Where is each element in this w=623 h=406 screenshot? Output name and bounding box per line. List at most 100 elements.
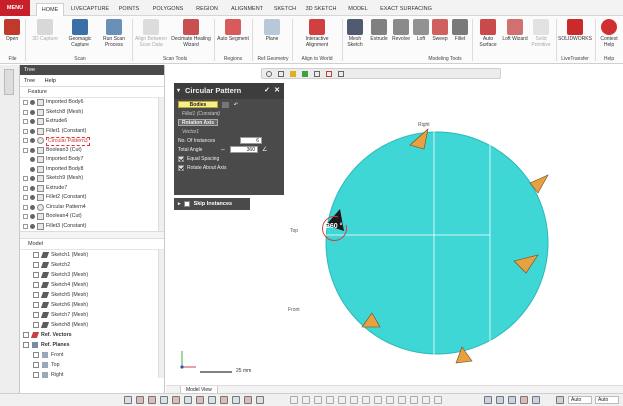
ref-vectors-group[interactable]: Ref. Vectors xyxy=(20,330,164,340)
model-item[interactable]: Sketch3 (Mesh) xyxy=(20,270,164,280)
model-item[interactable]: Sketch7 (Mesh) xyxy=(20,310,164,320)
fillet-button[interactable]: Fillet xyxy=(450,18,470,54)
tab-sketch[interactable]: SKETCH xyxy=(270,3,300,16)
loft-wizard-button[interactable]: Loft Wizard xyxy=(502,18,528,54)
decimate-healing-wizard-button[interactable]: Decimate Healing Wizard xyxy=(170,18,212,54)
ref-planes-group[interactable]: Ref. Planes xyxy=(20,340,164,350)
snap-icon[interactable] xyxy=(386,396,394,404)
tree-item[interactable]: Extrude6 xyxy=(20,117,164,127)
tree-item[interactable]: Fillet2 (Constant) xyxy=(20,193,164,203)
view-icon[interactable] xyxy=(520,396,528,404)
filter-icon[interactable] xyxy=(184,396,192,404)
tab-exact-surfacing[interactable]: EXACT SURFACING xyxy=(376,3,436,16)
snap-icon[interactable] xyxy=(326,396,334,404)
filter-icon[interactable] xyxy=(172,396,180,404)
auto-surface-button[interactable]: Auto Surface xyxy=(474,18,502,54)
side-tab[interactable] xyxy=(4,69,14,95)
visibility-checkbox[interactable] xyxy=(33,252,39,258)
snap-icon[interactable] xyxy=(422,396,430,404)
snap-icon[interactable] xyxy=(362,396,370,404)
eye-icon[interactable] xyxy=(30,147,35,153)
model-item[interactable]: Sketch6 (Mesh) xyxy=(20,300,164,310)
tab-help[interactable]: Help xyxy=(45,78,56,84)
mesh-sketch-button[interactable]: Mesh Sketch xyxy=(344,18,366,54)
visibility-checkbox[interactable] xyxy=(33,302,39,308)
align-scan-data-button[interactable]: Align Between Scan Data xyxy=(134,18,168,54)
model-item[interactable]: Sketch5 (Mesh) xyxy=(20,290,164,300)
filter-icon[interactable] xyxy=(208,396,216,404)
model-item[interactable]: Sketch1 (Mesh) xyxy=(20,250,164,260)
swap-icon[interactable]: ⇔ xyxy=(220,146,226,155)
tab-menu[interactable]: MENU xyxy=(0,0,30,16)
tree-item[interactable]: Extrude7 xyxy=(20,184,164,194)
filter-icon[interactable] xyxy=(196,396,204,404)
plane-item[interactable]: Front xyxy=(20,350,164,360)
tree-item[interactable]: Circular Pattern4 xyxy=(20,203,164,213)
auto-select-dropdown-2[interactable]: Auto xyxy=(595,396,619,404)
eye-icon[interactable] xyxy=(30,109,35,115)
view-icon[interactable] xyxy=(532,396,540,404)
select-icon[interactable] xyxy=(222,101,230,108)
snap-icon[interactable] xyxy=(410,396,418,404)
visibility-checkbox[interactable] xyxy=(33,352,39,358)
tree-item[interactable]: Sketch8 (Mesh) xyxy=(20,108,164,118)
extrude-button[interactable]: Extrude xyxy=(368,18,390,54)
view-icon[interactable] xyxy=(508,396,516,404)
tree-item[interactable]: Boolean3 (Cut) xyxy=(20,146,164,156)
plane-item[interactable]: Top xyxy=(20,360,164,370)
filter-icon[interactable] xyxy=(136,396,144,404)
filter-icon[interactable] xyxy=(148,396,156,404)
filter-icon[interactable] xyxy=(160,396,168,404)
eye-icon[interactable] xyxy=(30,223,35,229)
rotate-about-axis-checkbox[interactable] xyxy=(178,164,184,171)
tree-item[interactable]: Sketch9 (Mesh) xyxy=(20,174,164,184)
auto-select-dropdown[interactable]: Auto xyxy=(568,396,592,404)
model-item[interactable]: Sketch2 xyxy=(20,260,164,270)
visibility-checkbox[interactable] xyxy=(33,292,39,298)
tab-alignment[interactable]: ALIGNMENT xyxy=(226,3,268,16)
horizontal-scrollbar[interactable] xyxy=(20,231,164,239)
tab-home[interactable]: HOME xyxy=(36,3,64,16)
visibility-checkbox[interactable] xyxy=(33,322,39,328)
tab-tree[interactable]: Tree xyxy=(24,78,35,84)
snap-icon[interactable] xyxy=(290,396,298,404)
rotation-axis-field[interactable]: Rotation Axis xyxy=(178,119,219,126)
tree-item[interactable]: Fillet1 (Constant) xyxy=(20,127,164,137)
expand-icon[interactable] xyxy=(23,342,29,348)
3d-capture-button[interactable]: 3D Capture xyxy=(28,18,62,54)
eye-icon[interactable] xyxy=(30,100,35,105)
close-icon[interactable]: ✕ xyxy=(274,83,280,99)
filter-icon[interactable] xyxy=(244,396,252,404)
tab-region[interactable]: REGION xyxy=(190,3,224,16)
visibility-checkbox[interactable] xyxy=(33,272,39,278)
tab-livecapture[interactable]: LIVECAPTURE xyxy=(68,3,112,16)
visibility-checkbox[interactable] xyxy=(33,282,39,288)
solid-primitive-button[interactable]: Solid Primitive xyxy=(528,18,554,54)
angle-input[interactable]: 360 xyxy=(230,146,258,153)
filter-icon[interactable] xyxy=(220,396,228,404)
context-help-button[interactable]: Context Help xyxy=(597,18,621,54)
rotate-about-axis-row[interactable]: Rotate About Axis xyxy=(178,164,280,173)
expand-icon[interactable] xyxy=(23,332,29,338)
plane-button[interactable]: Plane xyxy=(254,18,290,54)
tree-item[interactable]: Imported Body8 xyxy=(20,165,164,175)
tab-3d-sketch[interactable]: 3D SKETCH xyxy=(302,3,340,16)
loft-button[interactable]: Loft xyxy=(412,18,430,54)
sweep-button[interactable]: Sweep xyxy=(430,18,450,54)
eye-icon[interactable] xyxy=(30,128,35,134)
undo-icon[interactable]: ↶ xyxy=(234,102,238,108)
interactive-alignment-button[interactable]: Interactive Alignment xyxy=(294,18,340,54)
ok-icon[interactable]: ✓ xyxy=(264,83,270,99)
eye-icon[interactable] xyxy=(30,176,35,181)
filter-icon[interactable] xyxy=(256,396,264,404)
snap-icon[interactable] xyxy=(338,396,346,404)
visibility-checkbox[interactable] xyxy=(33,262,39,268)
visibility-checkbox[interactable] xyxy=(33,362,39,368)
chevron-down-icon[interactable]: ▾ xyxy=(177,83,180,99)
filter-icon[interactable] xyxy=(124,396,132,404)
snap-icon[interactable] xyxy=(314,396,322,404)
run-scan-process-button[interactable]: Run Scan Process xyxy=(98,18,130,54)
fit-icon[interactable] xyxy=(556,396,564,404)
snap-icon[interactable] xyxy=(398,396,406,404)
equal-spacing-checkbox[interactable] xyxy=(178,155,184,162)
